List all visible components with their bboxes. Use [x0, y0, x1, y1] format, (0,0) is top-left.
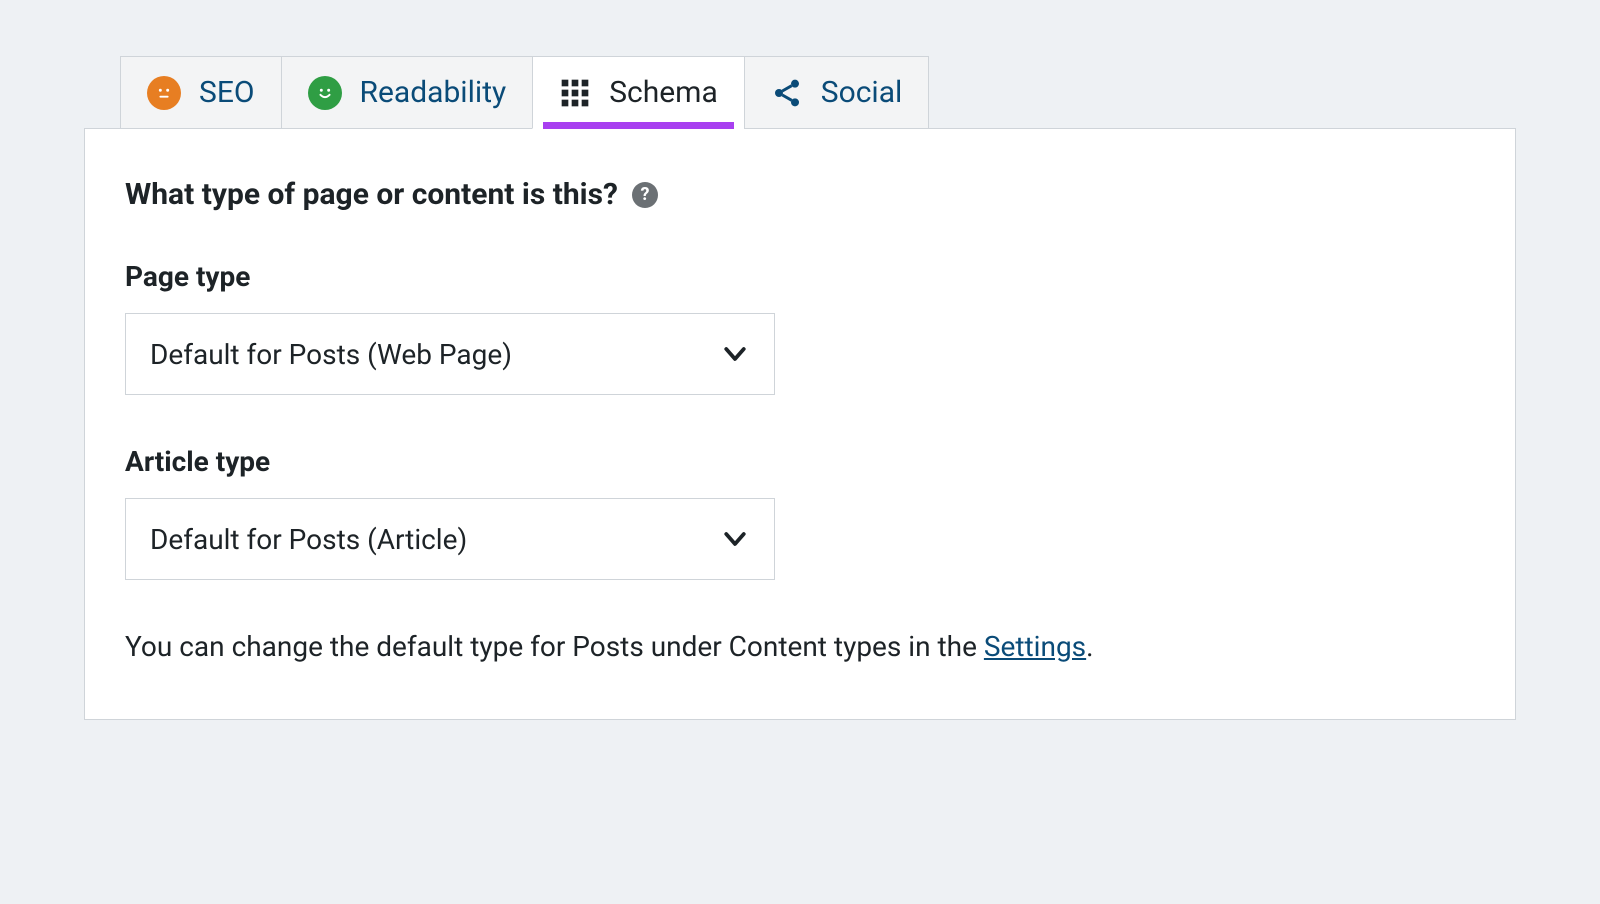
- schema-panel: What type of page or content is this? ? …: [84, 128, 1516, 720]
- note-prefix: You can change the default type for Post…: [125, 630, 984, 663]
- page-type-label: Page type: [125, 260, 1475, 293]
- settings-note: You can change the default type for Post…: [125, 630, 1475, 663]
- page-type-value: Default for Posts (Web Page): [150, 338, 512, 371]
- tab-readability[interactable]: Readability: [281, 56, 534, 129]
- active-tab-underline: [543, 122, 734, 129]
- chevron-down-icon: [720, 524, 750, 554]
- smiley-face-icon: [308, 76, 342, 110]
- note-suffix: .: [1086, 630, 1093, 663]
- settings-link[interactable]: Settings: [984, 630, 1086, 663]
- tab-readability-label: Readability: [360, 75, 507, 110]
- neutral-face-icon: [147, 76, 181, 110]
- help-icon[interactable]: ?: [632, 182, 658, 208]
- tab-seo[interactable]: SEO: [120, 56, 282, 129]
- chevron-down-icon: [720, 339, 750, 369]
- grid-icon: [559, 77, 591, 109]
- tab-social[interactable]: Social: [744, 56, 930, 129]
- tab-social-label: Social: [821, 75, 903, 110]
- tab-schema[interactable]: Schema: [532, 56, 745, 129]
- article-type-label: Article type: [125, 445, 1475, 478]
- tab-schema-label: Schema: [609, 75, 718, 110]
- tab-seo-label: SEO: [199, 75, 255, 110]
- panel-heading: What type of page or content is this?: [125, 177, 618, 212]
- article-type-select[interactable]: Default for Posts (Article): [125, 498, 775, 580]
- page-type-select[interactable]: Default for Posts (Web Page): [125, 313, 775, 395]
- article-type-value: Default for Posts (Article): [150, 523, 467, 556]
- share-icon: [771, 77, 803, 109]
- tabs: SEO Readability: [120, 56, 1516, 129]
